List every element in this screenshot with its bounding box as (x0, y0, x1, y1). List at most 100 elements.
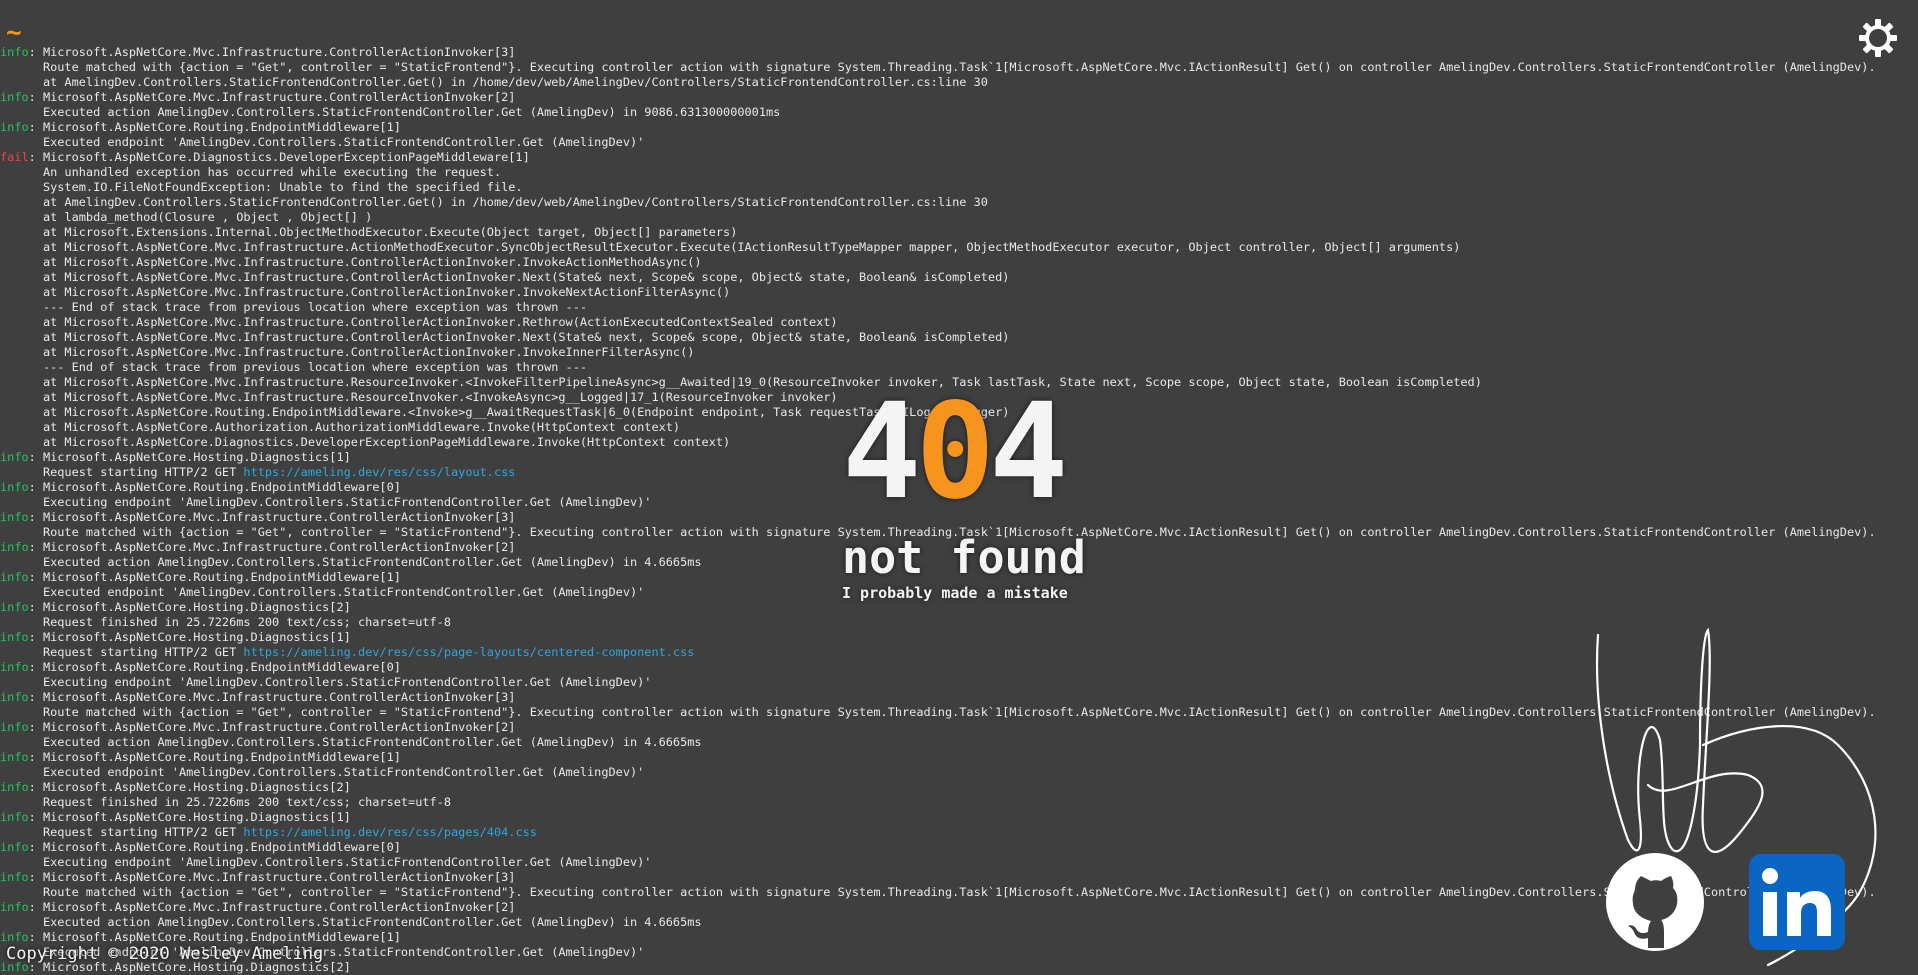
log-text: at AmelingDev.Controllers.StaticFrontend… (0, 75, 988, 89)
log-text: : Microsoft.AspNetCore.Routing.EndpointM… (28, 120, 401, 134)
log-level-info: info (0, 600, 29, 614)
log-text: : Microsoft.AspNetCore.Mvc.Infrastructur… (28, 540, 516, 554)
log-line: at Microsoft.AspNetCore.Mvc.Infrastructu… (0, 330, 1918, 345)
log-text: at Microsoft.AspNetCore.Mvc.Infrastructu… (0, 255, 702, 269)
log-level-info: info (0, 45, 29, 59)
log-level-info: info (0, 510, 29, 524)
log-level-info: info (0, 570, 29, 584)
log-text: : Microsoft.AspNetCore.Routing.EndpointM… (28, 840, 401, 854)
log-level-info: info (0, 840, 29, 854)
log-text: : Microsoft.AspNetCore.Hosting.Diagnosti… (28, 810, 351, 824)
log-line: at Microsoft.AspNetCore.Mvc.Infrastructu… (0, 270, 1918, 285)
log-text: Executed action AmelingDev.Controllers.S… (0, 735, 702, 749)
log-line: at AmelingDev.Controllers.StaticFrontend… (0, 75, 1918, 90)
error-code-digit-1: 4 (842, 375, 922, 529)
theme-toggle-button[interactable] (1856, 16, 1900, 60)
log-text: at Microsoft.AspNetCore.Diagnostics.Deve… (0, 435, 731, 449)
log-line: info: Microsoft.AspNetCore.Mvc.Infrastru… (0, 90, 1918, 105)
log-text: : Microsoft.AspNetCore.Routing.EndpointM… (28, 930, 401, 944)
log-level-info: info (0, 120, 29, 134)
log-text: at AmelingDev.Controllers.StaticFrontend… (0, 195, 988, 209)
copyright-text: Copyright © 2020 Wesley Ameling (6, 944, 324, 964)
log-text: Executing endpoint 'AmelingDev.Controlle… (0, 675, 652, 689)
log-text: Executed action AmelingDev.Controllers.S… (0, 915, 702, 929)
log-text: at Microsoft.AspNetCore.Mvc.Infrastructu… (0, 330, 1010, 344)
error-code-digit-3: 4 (988, 375, 1069, 529)
log-line: --- End of stack trace from previous loc… (0, 360, 1918, 375)
log-line: at Microsoft.Extensions.Internal.ObjectM… (0, 225, 1918, 240)
error-title: not found (842, 531, 1086, 584)
log-text: Request starting HTTP/2 GET (0, 825, 244, 839)
log-text: : Microsoft.AspNetCore.Mvc.Infrastructur… (28, 870, 516, 884)
log-text: at Microsoft.AspNetCore.Mvc.Infrastructu… (0, 285, 731, 299)
log-text: : Microsoft.AspNetCore.Mvc.Infrastructur… (28, 690, 516, 704)
log-text: : Microsoft.AspNetCore.Mvc.Infrastructur… (28, 45, 516, 59)
log-text: Executed endpoint 'AmelingDev.Controller… (0, 585, 645, 599)
log-level-info: info (0, 690, 29, 704)
log-text: at Microsoft.AspNetCore.Mvc.Infrastructu… (0, 315, 838, 329)
log-level-info: info (0, 780, 29, 794)
log-line: at AmelingDev.Controllers.StaticFrontend… (0, 195, 1918, 210)
log-level-info: info (0, 750, 29, 764)
log-text: : Microsoft.AspNetCore.Mvc.Infrastructur… (28, 900, 516, 914)
error-subtitle: I probably made a mistake (842, 584, 1068, 602)
log-text: : Microsoft.AspNetCore.Hosting.Diagnosti… (28, 600, 351, 614)
prompt-symbol: ~ (6, 18, 22, 48)
log-text: Executing endpoint 'AmelingDev.Controlle… (0, 495, 652, 509)
log-line: info: Microsoft.AspNetCore.Routing.Endpo… (0, 120, 1918, 135)
log-line: info: Microsoft.AspNetCore.Mvc.Infrastru… (0, 45, 1918, 60)
log-text: : Microsoft.AspNetCore.Hosting.Diagnosti… (28, 780, 351, 794)
log-line: at Microsoft.AspNetCore.Mvc.Infrastructu… (0, 255, 1918, 270)
log-text: : Microsoft.AspNetCore.Routing.EndpointM… (28, 480, 401, 494)
log-line: at lambda_method(Closure , Object , Obje… (0, 210, 1918, 225)
log-text: Executed action AmelingDev.Controllers.S… (0, 555, 702, 569)
log-text: Executed endpoint 'AmelingDev.Controller… (0, 765, 645, 779)
log-text: System.IO.FileNotFoundException: Unable … (0, 180, 523, 194)
log-text: Request finished in 25.7226ms 200 text/c… (0, 615, 452, 629)
log-text: at Microsoft.AspNetCore.Mvc.Infrastructu… (0, 390, 838, 404)
log-level-info: info (0, 900, 29, 914)
log-text: at Microsoft.AspNetCore.Mvc.Infrastructu… (0, 375, 1482, 389)
log-text: --- End of stack trace from previous loc… (0, 300, 588, 314)
log-line: at Microsoft.AspNetCore.Mvc.Infrastructu… (0, 240, 1918, 255)
log-line: An unhandled exception has occurred whil… (0, 165, 1918, 180)
log-url-link[interactable]: https://ameling.dev/res/css/layout.css (243, 465, 515, 479)
log-url-link[interactable]: https://ameling.dev/res/css/pages/404.cs… (243, 825, 537, 839)
log-text: --- End of stack trace from previous loc… (0, 360, 588, 374)
log-text: : Microsoft.AspNetCore.Routing.EndpointM… (28, 660, 401, 674)
error-code-digit-2: 0 (915, 375, 995, 529)
log-line: fail: Microsoft.AspNetCore.Diagnostics.D… (0, 150, 1918, 165)
log-level-info: info (0, 720, 29, 734)
log-text: : Microsoft.AspNetCore.Routing.EndpointM… (28, 570, 401, 584)
gear-icon (1859, 19, 1897, 57)
log-text: : Microsoft.AspNetCore.Hosting.Diagnosti… (28, 630, 351, 644)
log-level-info: info (0, 930, 29, 944)
log-line: info: Microsoft.AspNetCore.Hosting.Diagn… (0, 600, 1918, 615)
linkedin-icon (1749, 854, 1845, 950)
log-level-info: info (0, 630, 29, 644)
log-text: An unhandled exception has occurred whil… (0, 165, 502, 179)
log-level-info: info (0, 870, 29, 884)
log-text: : Microsoft.AspNetCore.Hosting.Diagnosti… (28, 450, 351, 464)
log-line: Executed action AmelingDev.Controllers.S… (0, 105, 1918, 120)
log-text: at Microsoft.Extensions.Internal.ObjectM… (0, 225, 738, 239)
log-text: : Microsoft.AspNetCore.Mvc.Infrastructur… (28, 90, 516, 104)
log-line: System.IO.FileNotFoundException: Unable … (0, 180, 1918, 195)
github-icon (1606, 853, 1704, 951)
log-level-info: info (0, 450, 29, 464)
log-line: Executed endpoint 'AmelingDev.Controller… (0, 135, 1918, 150)
linkedin-link[interactable] (1747, 852, 1847, 952)
log-text: Request finished in 25.7226ms 200 text/c… (0, 795, 452, 809)
log-url-link[interactable]: https://ameling.dev/res/css/page-layouts… (243, 645, 694, 659)
github-link[interactable] (1605, 852, 1705, 952)
log-text: : Microsoft.AspNetCore.Mvc.Infrastructur… (28, 510, 516, 524)
log-text: Route matched with {action = "Get", cont… (0, 60, 1876, 74)
log-level-info: info (0, 660, 29, 674)
log-text: at lambda_method(Closure , Object , Obje… (0, 210, 373, 224)
log-text: : Microsoft.AspNetCore.Diagnostics.Devel… (28, 150, 530, 164)
error-code: 404 (842, 386, 1086, 518)
log-text: at Microsoft.AspNetCore.Authorization.Au… (0, 420, 681, 434)
log-level-info: info (0, 810, 29, 824)
not-found-panel: 404 not found I probably made a mistake (842, 386, 1086, 602)
log-line: at Microsoft.AspNetCore.Mvc.Infrastructu… (0, 345, 1918, 360)
